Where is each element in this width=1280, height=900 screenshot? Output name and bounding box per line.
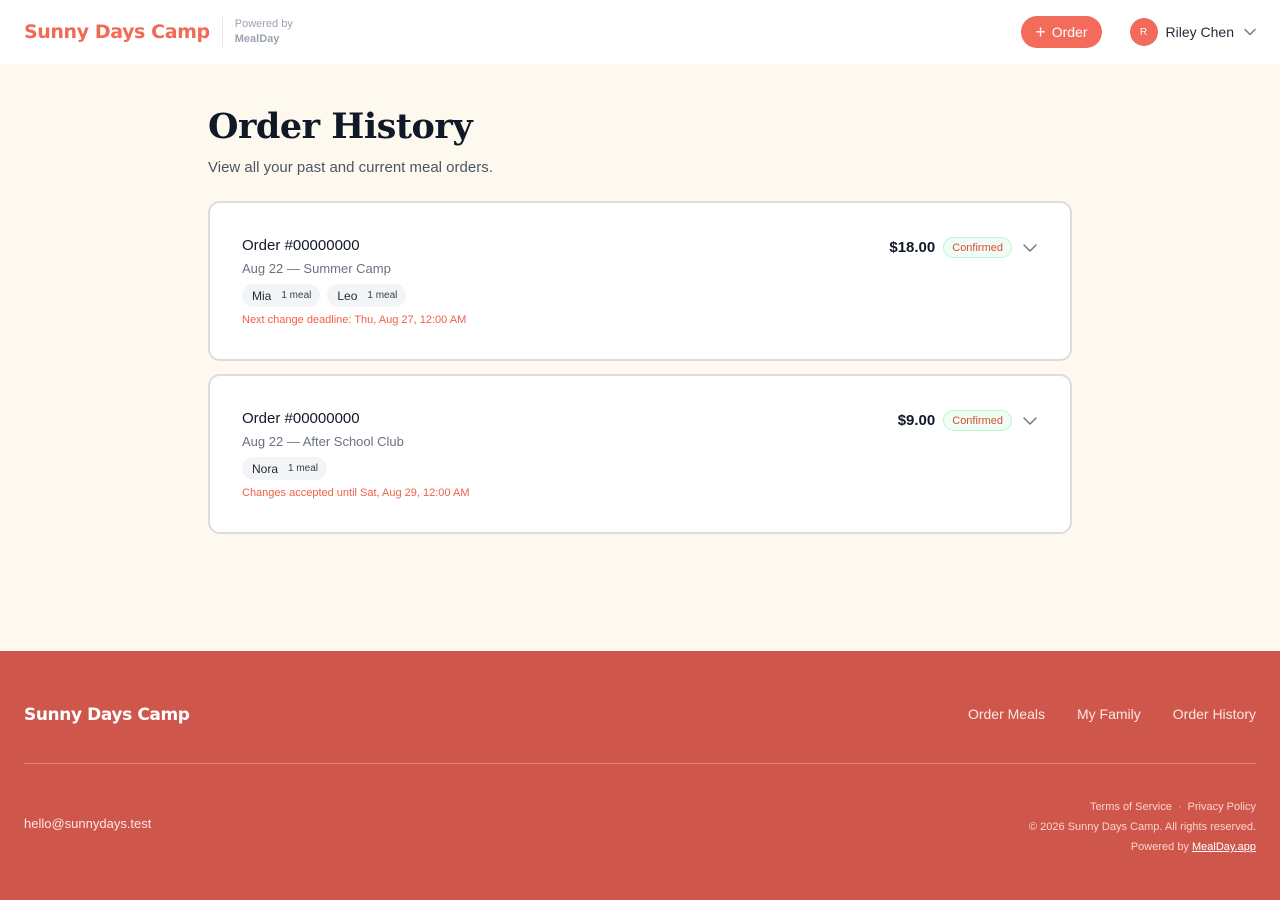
plus-icon: +	[1035, 22, 1046, 42]
footer-nav: Order Meals My Family Order History	[936, 706, 1256, 722]
order-price: $18.00	[889, 239, 936, 256]
child-chip: Leo 1 meal	[327, 284, 407, 307]
order-summary: $9.00 Confirmed	[898, 410, 1038, 431]
footer-link-my-family[interactable]: My Family	[1077, 706, 1141, 722]
meal-count: 1 meal	[367, 290, 398, 301]
brand-name[interactable]: Sunny Days Camp	[24, 21, 210, 43]
avatar: R	[1129, 18, 1158, 46]
child-name: Leo	[337, 288, 358, 303]
footer-email[interactable]: hello@sunnydays.test	[24, 816, 151, 831]
child-chip: Mia 1 meal	[242, 284, 321, 307]
brand-divider	[221, 17, 223, 47]
child-chips: Mia 1 meal Leo 1 meal	[242, 284, 1038, 307]
order-meta: Aug 22 — Summer Camp	[242, 261, 391, 276]
legal-links: Terms of Service · Privacy Policy	[1029, 797, 1256, 817]
order-card[interactable]: Order #00000000 Aug 22 — Summer Camp Mia…	[208, 201, 1072, 361]
order-meta: Aug 22 — After School Club	[242, 434, 404, 449]
order-card[interactable]: Order #00000000 Aug 22 — After School Cl…	[208, 374, 1072, 534]
main-content: Order History View all your past and cur…	[208, 64, 1072, 534]
footer-link-order-meals[interactable]: Order Meals	[968, 706, 1045, 722]
order-price: $9.00	[897, 412, 936, 429]
footer-divider	[24, 763, 1256, 764]
status-badge: Confirmed	[943, 410, 1012, 431]
footer-brand[interactable]: Sunny Days Camp	[24, 705, 190, 725]
child-name: Mia	[252, 288, 272, 303]
child-chips: Nora 1 meal	[242, 457, 1038, 480]
powered-by-brand: MealDay	[234, 33, 280, 45]
child-name: Nora	[252, 461, 279, 476]
chevron-down-icon	[1244, 28, 1256, 36]
powered-by: Powered by MealDay	[235, 17, 293, 47]
chevron-down-icon[interactable]	[1022, 416, 1038, 426]
change-deadline: Changes accepted until Sat, Aug 29, 12:0…	[242, 487, 470, 499]
order-button[interactable]: + Order	[1021, 16, 1102, 48]
order-button-label: Order	[1051, 24, 1088, 40]
page-subtitle: View all your past and current meal orde…	[208, 159, 493, 176]
footer-link-order-history[interactable]: Order History	[1173, 706, 1256, 722]
brand-block: Sunny Days Camp Powered by MealDay	[24, 17, 293, 47]
top-header: Sunny Days Camp Powered by MealDay + Ord…	[0, 0, 1280, 64]
header-actions: + Order R Riley Chen	[1021, 16, 1256, 48]
change-deadline: Next change deadline: Thu, Aug 27, 12:00…	[242, 314, 467, 326]
order-summary: $18.00 Confirmed	[889, 237, 1038, 258]
footer-powered-by-label: Powered by	[1130, 841, 1189, 853]
privacy-link[interactable]: Privacy Policy	[1188, 801, 1256, 813]
mealday-link[interactable]: MealDay.app	[1192, 841, 1256, 853]
footer-powered-by: Powered by MealDay.app	[1029, 837, 1256, 857]
child-chip: Nora 1 meal	[242, 457, 328, 480]
user-name: Riley Chen	[1165, 24, 1234, 40]
status-badge: Confirmed	[943, 237, 1012, 258]
copyright: © 2026 Sunny Days Camp. All rights reser…	[1029, 821, 1256, 833]
terms-link[interactable]: Terms of Service	[1090, 801, 1172, 813]
chevron-down-icon[interactable]	[1022, 243, 1038, 253]
footer-legal: Terms of Service · Privacy Policy © 2026 S…	[1029, 797, 1256, 857]
separator-dot: ·	[1177, 801, 1182, 813]
meal-count: 1 meal	[281, 290, 312, 301]
page-title: Order History	[208, 106, 473, 147]
user-menu[interactable]: R Riley Chen	[1129, 18, 1256, 46]
site-footer: Sunny Days Camp Order Meals My Family Or…	[0, 651, 1280, 900]
powered-by-label: Powered by	[234, 18, 293, 30]
meal-count: 1 meal	[288, 463, 319, 474]
